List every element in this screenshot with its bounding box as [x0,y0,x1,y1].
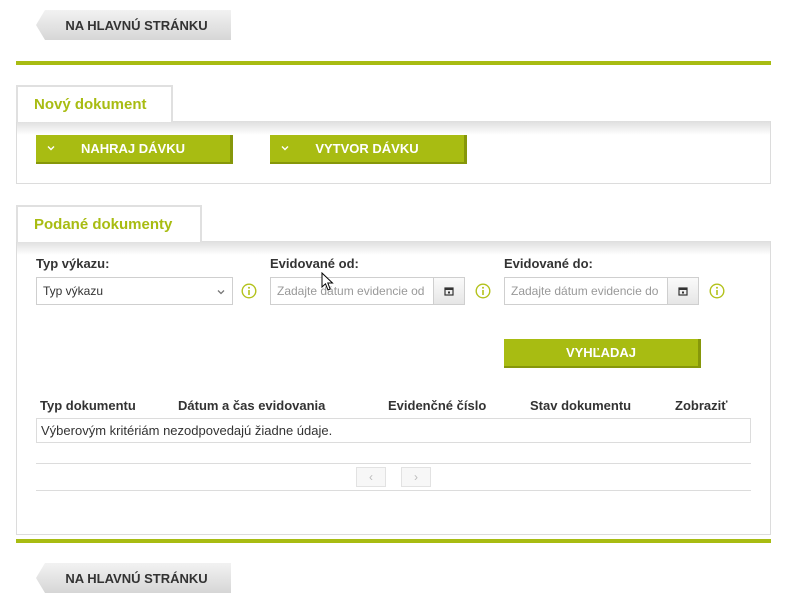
upload-batch-label: NAHRAJ DÁVKU [80,141,185,156]
divider-top [16,61,771,65]
column-header-show[interactable]: Zobraziť [675,398,727,413]
pager-divider-top [36,463,751,464]
divider-bottom [16,539,771,543]
pager-divider-bottom [36,490,751,491]
upload-batch-button[interactable]: NAHRAJ DÁVKU [36,135,233,164]
table-empty-message: Výberovým kritériám nezodpovedajú žiadne… [36,418,751,443]
tab-submitted-documents[interactable]: Podané dokumenty [16,205,202,242]
home-button-bottom[interactable]: NA HLAVNÚ STRÁNKU [36,563,231,593]
tab-submitted-documents-label: Podané dokumenty [34,216,173,233]
date-to-label: Evidované do: [504,256,593,271]
calendar-icon [444,287,454,296]
chevron-down-icon [217,290,225,295]
info-icon[interactable] [709,283,725,299]
date-to-calendar-button[interactable] [667,277,699,305]
info-icon[interactable] [475,283,491,299]
column-header-document-type[interactable]: Typ dokumentu [40,398,136,413]
column-header-registration-number[interactable]: Evidenčné číslo [388,398,486,413]
search-button[interactable]: VYHĽADAJ [504,339,701,368]
report-type-label: Typ výkazu: [36,256,110,271]
create-batch-label: VYTVOR DÁVKU [315,141,419,156]
info-icon[interactable] [241,283,257,299]
chevron-down-icon [47,146,55,151]
column-header-registration-date[interactable]: Dátum a čas evidovania [178,398,325,413]
tab-new-document-label: Nový dokument [34,96,147,113]
pager-next-button[interactable]: › [401,467,431,487]
date-from-calendar-button[interactable] [433,277,465,305]
calendar-icon [678,287,688,296]
date-to-input[interactable] [504,277,668,305]
search-button-label: VYHĽADAJ [565,345,637,360]
mouse-cursor-icon [321,272,334,291]
create-batch-button[interactable]: VYTVOR DÁVKU [270,135,467,164]
pager-prev-button[interactable]: ‹ [356,467,386,487]
chevron-down-icon [281,146,289,151]
date-from-input[interactable] [270,277,434,305]
report-type-selected: Typ výkazu [43,284,104,298]
tab-new-document[interactable]: Nový dokument [16,85,173,122]
column-header-document-status[interactable]: Stav dokumentu [530,398,631,413]
home-button-top[interactable]: NA HLAVNÚ STRÁNKU [36,10,231,40]
report-type-select[interactable]: Typ výkazu [36,277,233,305]
date-from-label: Evidované od: [270,256,359,271]
